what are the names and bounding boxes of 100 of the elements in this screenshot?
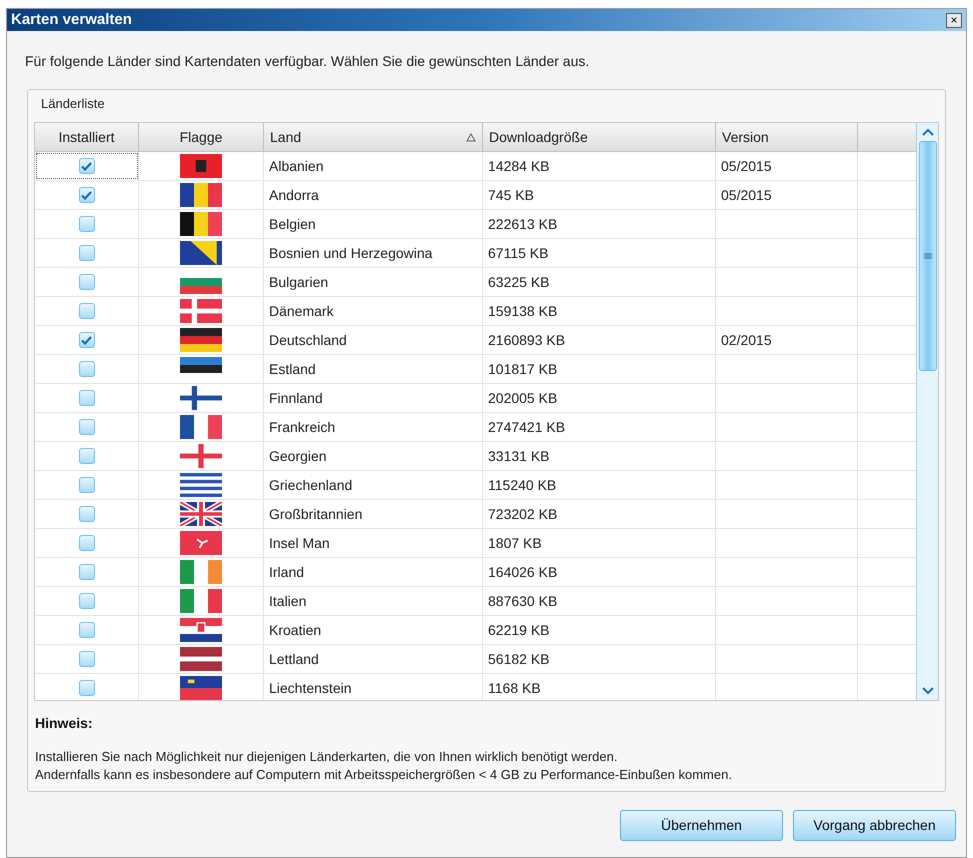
- column-header[interactable]: Flagge: [139, 123, 264, 152]
- grip-icon: [924, 253, 932, 259]
- checkbox[interactable]: [78, 680, 94, 696]
- table-cell: 723202 KB: [483, 500, 716, 528]
- finland-flag-icon: [180, 386, 222, 410]
- checkbox[interactable]: [78, 477, 94, 493]
- table-cell: 02/2015: [716, 326, 858, 354]
- table-cell: 62219 KB: [483, 616, 716, 644]
- italy-flag-icon: [180, 589, 222, 613]
- table-cell: Georgien: [264, 442, 483, 470]
- union-jack-flag-icon: [180, 502, 222, 526]
- table-cell: Liechtenstein: [264, 674, 483, 700]
- table-cell: Dänemark: [264, 297, 483, 325]
- table-cell: Insel Man: [264, 529, 483, 557]
- scrollbar[interactable]: [916, 123, 938, 700]
- checkbox[interactable]: [78, 419, 94, 435]
- note-text: Andernfalls kann es insbesondere auf Computern mit Arbeitsspeichergrößen < 4 GB zu Performance-Einbußen kommen.: [35, 766, 733, 784]
- checkbox[interactable]: [78, 390, 94, 406]
- france-flag-icon: [180, 415, 222, 439]
- checkbox[interactable]: [78, 187, 94, 203]
- checkbox[interactable]: [78, 622, 94, 638]
- table-cell: 14284 KB: [483, 152, 716, 180]
- table-cell: Finnland: [264, 384, 483, 412]
- column-header[interactable]: Installiert: [35, 123, 139, 152]
- table-cell: Lettland: [264, 645, 483, 673]
- scroll-down-icon[interactable]: [922, 687, 934, 695]
- table-cell: 05/2015: [716, 152, 858, 180]
- table-cell: Bulgarien: [264, 268, 483, 296]
- table-cell: 67115 KB: [483, 239, 716, 267]
- ireland-flag-icon: [180, 560, 222, 584]
- checkbox[interactable]: [78, 593, 94, 609]
- note-text: Installieren Sie nach Möglichkeit nur diejenigen Länderkarten, die von Ihnen wirklich benötigt werden.: [35, 748, 618, 766]
- table-cell: 115240 KB: [483, 471, 716, 499]
- table-cell: Irland: [264, 558, 483, 586]
- close-button[interactable]: ×: [946, 12, 962, 28]
- checkbox[interactable]: [78, 448, 94, 464]
- table-cell: Bosnien und Herzegowina: [264, 239, 483, 267]
- checkbox[interactable]: [78, 651, 94, 667]
- table-cell: Estland: [264, 355, 483, 383]
- table-cell: Deutschland: [264, 326, 483, 354]
- checkmark-icon: [81, 336, 92, 344]
- checkbox[interactable]: [78, 506, 94, 522]
- table-cell: Großbritannien: [264, 500, 483, 528]
- table-cell: Griechenland: [264, 471, 483, 499]
- denmark-flag-icon: [180, 299, 222, 323]
- table-cell: Kroatien: [264, 616, 483, 644]
- dialog-button[interactable]: Vorgang abbrechen: [793, 810, 956, 841]
- table-cell: 222613 KB: [483, 210, 716, 238]
- checkbox[interactable]: [78, 303, 94, 319]
- bosnia-flag-icon: [180, 241, 222, 265]
- table-cell: 2160893 KB: [483, 326, 716, 354]
- checkmark-icon: [81, 162, 92, 170]
- checkbox[interactable]: [78, 361, 94, 377]
- croatia-flag-icon: [180, 618, 222, 642]
- table-cell: 05/2015: [716, 181, 858, 209]
- column-header[interactable]: Downloadgröße: [483, 123, 716, 152]
- table-cell: 159138 KB: [483, 297, 716, 325]
- table-cell: 1807 KB: [483, 529, 716, 557]
- table-cell: 745 KB: [483, 181, 716, 209]
- germany-flag-icon: [180, 328, 222, 352]
- belgium-flag-icon: [180, 212, 222, 236]
- table-cell: 2747421 KB: [483, 413, 716, 441]
- table-cell: Italien: [264, 587, 483, 615]
- dialog-button[interactable]: Übernehmen: [620, 810, 783, 841]
- table-cell: 1168 KB: [483, 674, 716, 700]
- table-cell: Albanien: [264, 152, 483, 180]
- checkbox[interactable]: [78, 332, 94, 348]
- table-cell: Belgien: [264, 210, 483, 238]
- checkbox[interactable]: [78, 564, 94, 580]
- intro-text: Für folgende Länder sind Kartendaten verfügbar. Wählen Sie die gewünschten Länder aus.: [25, 52, 590, 71]
- table-cell: 56182 KB: [483, 645, 716, 673]
- checkbox[interactable]: [78, 535, 94, 551]
- note-title: Hinweis:: [35, 714, 94, 733]
- isle-of-man-flag-icon: [180, 531, 222, 555]
- scroll-up-icon[interactable]: [922, 128, 934, 136]
- georgia-flag-icon: [180, 444, 222, 468]
- group-title: Länderliste: [41, 95, 106, 113]
- greece-flag-icon: [180, 473, 222, 497]
- checkbox[interactable]: [78, 158, 94, 174]
- table-cell: Andorra: [264, 181, 483, 209]
- table-cell: 164026 KB: [483, 558, 716, 586]
- latvia-flag-icon: [180, 647, 222, 671]
- table-cell: 887630 KB: [483, 587, 716, 615]
- table-cell: 101817 KB: [483, 355, 716, 383]
- window-title: Karten verwalten: [11, 10, 132, 30]
- column-header[interactable]: Land: [264, 123, 483, 152]
- scroll-thumb[interactable]: [918, 141, 937, 371]
- checkbox[interactable]: [78, 216, 94, 232]
- table-cell: 202005 KB: [483, 384, 716, 412]
- liechtenstein-flag-icon: [180, 676, 222, 700]
- table-cell: Frankreich: [264, 413, 483, 441]
- checkbox[interactable]: [78, 245, 94, 261]
- sort-triangle-icon: [466, 132, 476, 142]
- column-header[interactable]: Version: [716, 123, 858, 152]
- table-cell: 33131 KB: [483, 442, 716, 470]
- checkbox[interactable]: [78, 274, 94, 290]
- andorra-flag-icon: [180, 183, 222, 207]
- table-cell: 63225 KB: [483, 268, 716, 296]
- checkmark-icon: [81, 190, 92, 200]
- albania-flag-icon: [180, 154, 222, 178]
